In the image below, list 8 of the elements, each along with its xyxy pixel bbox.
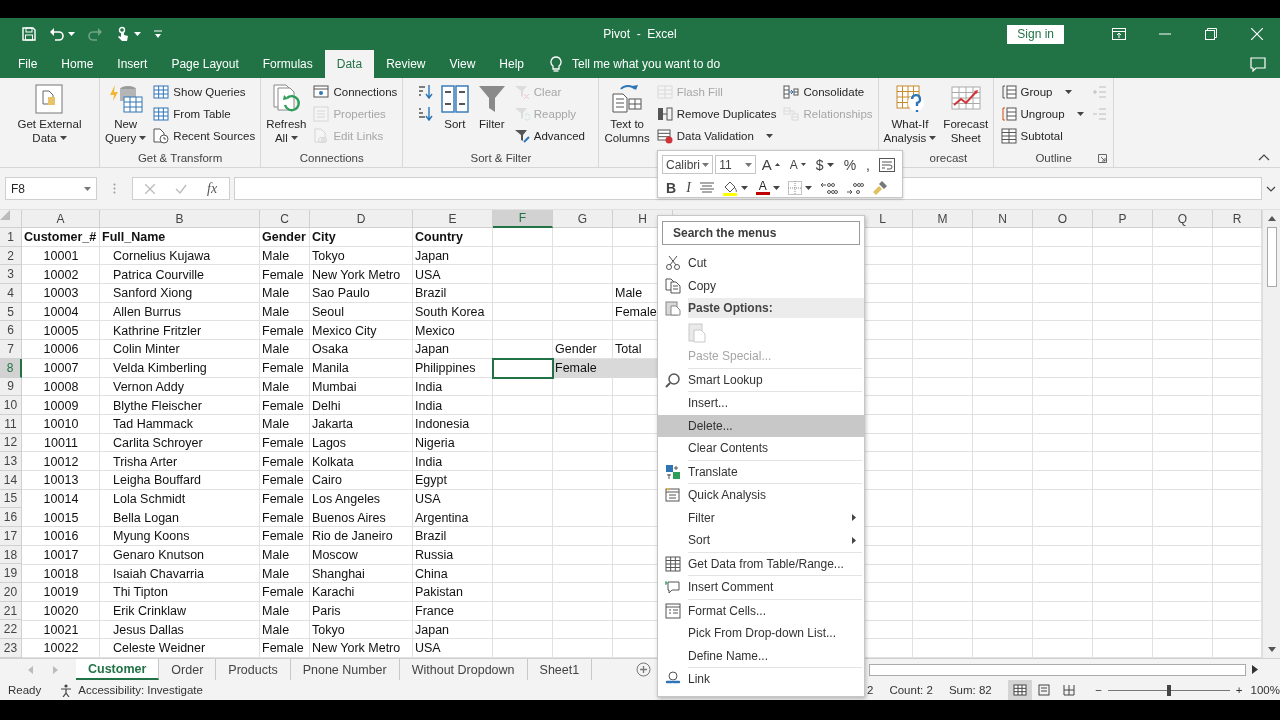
window-title: Pivot - Excel bbox=[603, 27, 677, 41]
group-label: orecast bbox=[929, 152, 968, 164]
group-label: Connections bbox=[299, 152, 364, 164]
menu-section-header: Paste Options: bbox=[688, 301, 773, 315]
group-label: Sort & Filter bbox=[470, 152, 532, 164]
group-label: Get & Transform bbox=[137, 152, 223, 164]
status-mode: Ready bbox=[8, 684, 42, 696]
group-label: Outline bbox=[1035, 152, 1072, 164]
